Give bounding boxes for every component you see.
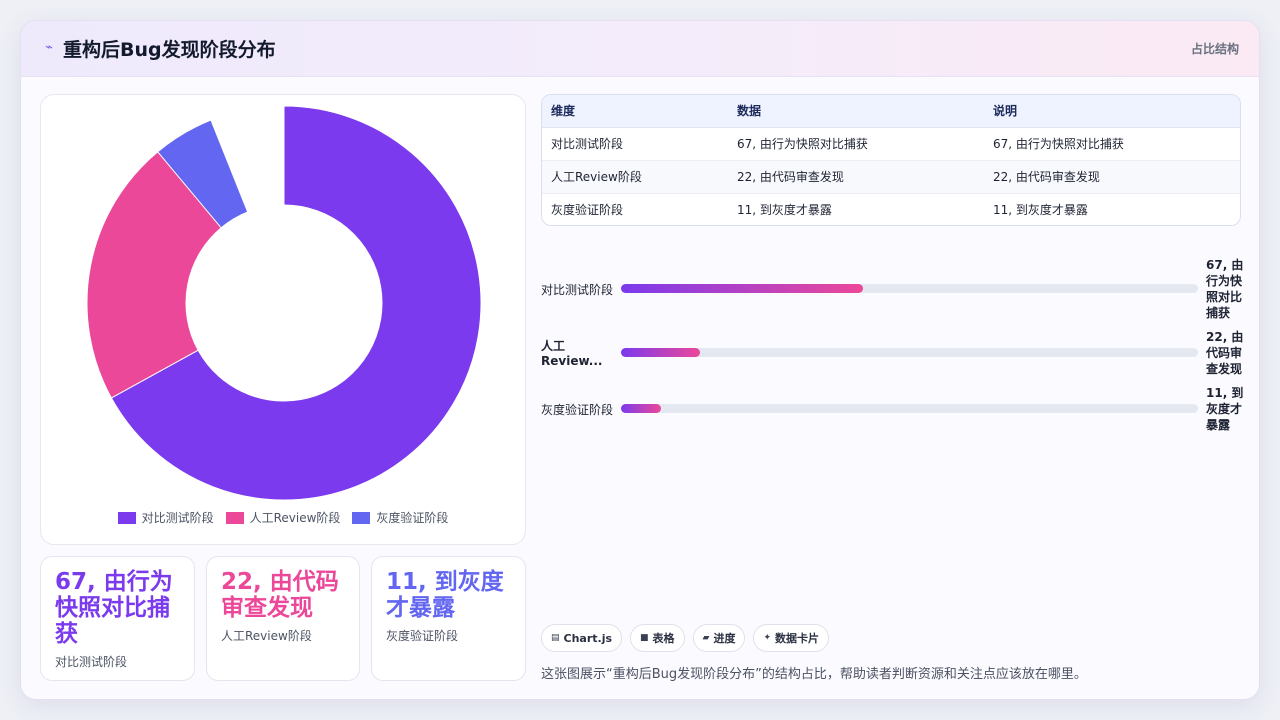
progress-fill: [621, 404, 661, 413]
progress-icon: ▰: [702, 633, 710, 643]
progress-value: 22, 由代码审查发现: [1206, 330, 1244, 376]
chip-label: 进度: [713, 632, 736, 645]
doughnut-chart: [86, 105, 482, 501]
stat-label: 灰度验证阶段: [386, 629, 459, 643]
table-cell: 对比测试阶段: [542, 127, 728, 161]
doughnut-chart-panel: 对比测试阶段 人工Review阶段 灰度验证阶段: [40, 94, 526, 545]
stat-card: 67, 由行为快照对比捕获 对比测试阶段: [40, 556, 195, 681]
stat-card: 22, 由代码审查发现 人工Review阶段: [206, 556, 360, 681]
table-row: 灰度验证阶段 11, 到灰度才暴露 11, 到灰度才暴露: [542, 193, 1240, 225]
progress-track: [621, 348, 1198, 357]
progress-track: [621, 404, 1198, 413]
data-table: 维度 数据 说明 对比测试阶段 67, 由行为快照对比捕获 67, 由行为快照对…: [542, 95, 1240, 225]
stat-value: 11, 到灰度才暴露: [386, 569, 504, 621]
table-row: 对比测试阶段 67, 由行为快照对比捕获 67, 由行为快照对比捕获: [542, 127, 1240, 161]
chip-label: 数据卡片: [775, 632, 820, 645]
chart-caption: 这张图展示“重构后Bug发现阶段分布”的结构占比，帮助读者判断资源和关注点应该放…: [541, 667, 1087, 682]
table-icon: ■: [640, 633, 649, 643]
table-cell: 67, 由行为快照对比捕获: [728, 127, 984, 161]
legend-swatch: [117, 511, 136, 524]
legend-item[interactable]: 对比测试阶段: [117, 509, 214, 526]
progress-label: 灰度验证阶段: [541, 403, 614, 417]
table-cell: 灰度验证阶段: [551, 203, 624, 218]
card-header: ⌁ 重构后Bug发现阶段分布 占比结构: [21, 21, 1259, 77]
table-cell: 11, 到灰度才暴露: [993, 203, 1088, 218]
dashboard-card: ⌁ 重构后Bug发现阶段分布 占比结构 对比测试阶段 人工Review阶段 灰度…: [20, 20, 1260, 700]
table-cell: 人工Review阶段: [542, 160, 728, 194]
legend-swatch: [225, 511, 244, 524]
progress-label: 对比测试阶段: [541, 283, 614, 297]
table-header-cell: 说明: [984, 95, 1240, 128]
table-header-cell: 维度: [542, 95, 728, 128]
progress-fill: [621, 284, 863, 293]
page-title: 重构后Bug发现阶段分布: [63, 39, 276, 61]
legend-label: 对比测试阶段: [141, 511, 214, 525]
table-header-cell: 数据: [728, 95, 984, 128]
stat-card: 11, 到灰度才暴露 灰度验证阶段: [371, 556, 526, 681]
progress-list: 对比测试阶段 67, 由行为快照对比捕获 人工Review... 22, 由代码…: [541, 241, 1243, 441]
sparkline-icon: ⌁: [45, 40, 53, 55]
table-cell: 11, 到灰度才暴露: [737, 203, 832, 218]
chip-data-cards[interactable]: ✦ 数据卡片: [753, 624, 830, 652]
progress-value: 11, 到灰度才暴露: [1206, 386, 1244, 432]
chip-chartjs[interactable]: ▤ Chart.js: [541, 624, 623, 652]
legend-item[interactable]: 灰度验证阶段: [352, 509, 448, 526]
data-table-panel: 维度 数据 说明 对比测试阶段 67, 由行为快照对比捕获 67, 由行为快照对…: [541, 94, 1241, 226]
stat-value: 22, 由代码审查发现: [221, 569, 339, 621]
table-row: 人工Review阶段 22, 由代码审查发现 22, 由代码审查发现: [542, 160, 1240, 194]
header-tag: 占比结构: [1190, 42, 1239, 56]
progress-value: 67, 由行为快照对比捕获: [1206, 258, 1244, 320]
chip-label: 表格: [652, 632, 675, 645]
legend-label: 人工Review阶段: [249, 511, 341, 525]
legend-label: 灰度验证阶段: [376, 511, 449, 525]
table-cell: 22, 由代码审查发现: [728, 160, 984, 194]
table-header-row: 维度 数据 说明: [542, 95, 1240, 128]
table-cell: 67, 由行为快照对比捕获: [984, 127, 1240, 161]
progress-track: [621, 284, 1198, 293]
chart-icon: ▤: [551, 633, 560, 643]
progress-fill: [621, 348, 701, 357]
chip-table[interactable]: ■ 表格: [630, 624, 685, 652]
progress-label: 人工Review...: [541, 339, 603, 368]
table-cell: 22, 由代码审查发现: [984, 160, 1240, 194]
sparkle-icon: ✦: [763, 633, 772, 643]
legend-swatch: [352, 511, 371, 524]
chart-legend: 对比测试阶段 人工Review阶段 灰度验证阶段: [41, 509, 525, 526]
chip-progress[interactable]: ▰ 进度: [692, 624, 746, 652]
stat-value: 67, 由行为快照对比捕获: [55, 569, 173, 647]
legend-item[interactable]: 人工Review阶段: [225, 509, 341, 526]
chip-label: Chart.js: [563, 631, 613, 645]
stat-label: 人工Review阶段: [221, 629, 312, 643]
tech-chips: ▤ Chart.js ■ 表格 ▰ 进度 ✦ 数据卡片: [541, 624, 830, 652]
stat-label: 对比测试阶段: [55, 655, 128, 669]
